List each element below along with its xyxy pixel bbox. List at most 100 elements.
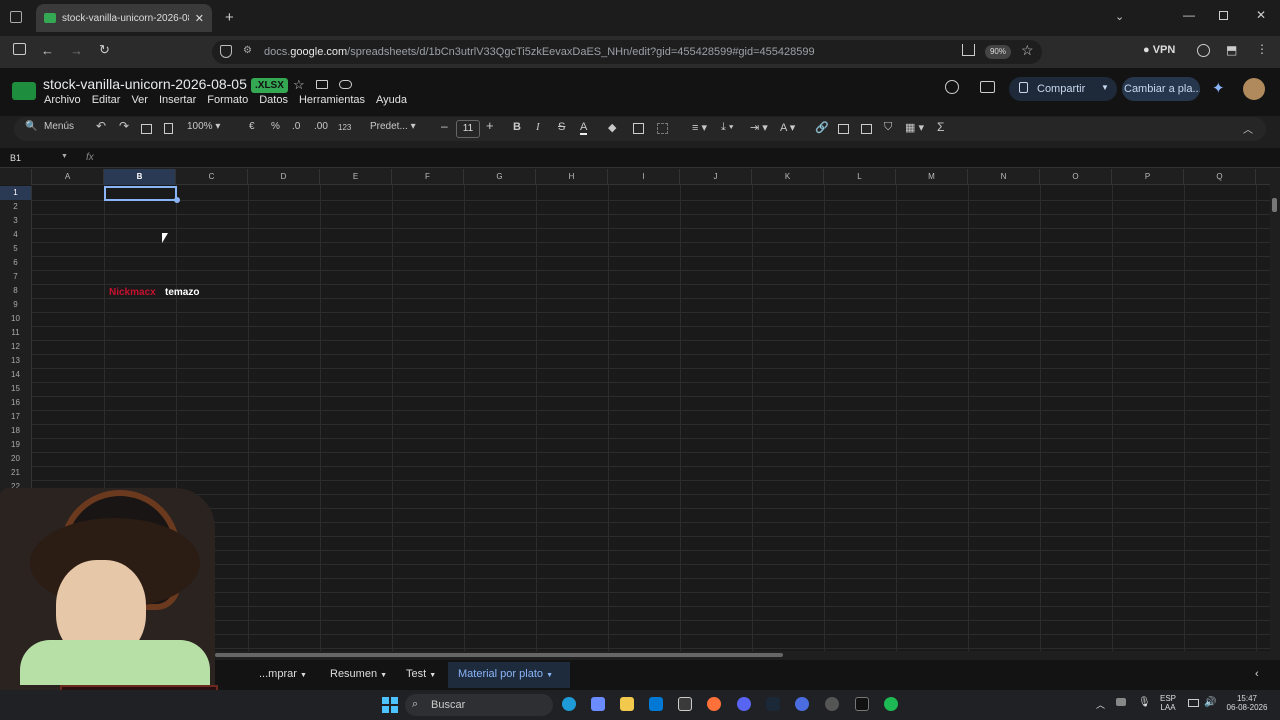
paint-format-icon[interactable] [164, 123, 173, 134]
merge-cells-icon[interactable] [657, 123, 668, 134]
column-header-l[interactable]: L [824, 169, 896, 185]
tray-overflow-icon[interactable]: ︿ [1096, 698, 1105, 711]
edge-icon[interactable] [562, 697, 576, 711]
bold-button[interactable]: B [513, 121, 521, 133]
column-header-p[interactable]: P [1112, 169, 1184, 185]
version-history-icon[interactable] [945, 80, 959, 94]
number-format-button[interactable]: 123 [338, 123, 351, 132]
vertical-align-icon[interactable]: ⤓ ▾ [721, 121, 734, 134]
name-box-dropdown-icon[interactable]: ▼ [61, 153, 68, 160]
reload-icon[interactable]: ↻ [99, 42, 110, 58]
row-header-8[interactable]: 8 [0, 284, 32, 298]
address-bar[interactable]: docs. google.com/spreadsheets/d/1bCn3utrl… [212, 40, 1042, 64]
menu-herramientas[interactable]: Herramientas [299, 94, 365, 106]
row-header-7[interactable]: 7 [0, 270, 32, 284]
row-header-10[interactable]: 10 [0, 312, 32, 326]
steam-icon[interactable] [766, 697, 780, 711]
microphone-icon[interactable]: 🎙 [1138, 697, 1151, 708]
tab-search-chevron-icon[interactable]: ⌄ [1115, 10, 1124, 23]
menu-insertar[interactable]: Insertar [159, 94, 196, 106]
vertical-scrollbar[interactable] [1272, 198, 1277, 212]
row-header-21[interactable]: 21 [0, 466, 32, 480]
column-header-q[interactable]: Q [1184, 169, 1256, 185]
sheet-tab-test[interactable]: Test ▼ [406, 668, 436, 680]
row-header-15[interactable]: 15 [0, 382, 32, 396]
row-header-11[interactable]: 11 [0, 326, 32, 340]
increase-decimals-button[interactable]: .00 [314, 121, 328, 132]
app-icon[interactable] [795, 697, 809, 711]
menu-datos[interactable]: Datos [259, 94, 288, 106]
change-plan-button[interactable]: Cambiar a pla... [1122, 77, 1200, 101]
insert-comment-icon[interactable] [838, 124, 849, 134]
file-explorer-icon[interactable] [620, 697, 634, 711]
borders-icon[interactable] [633, 123, 644, 134]
column-header-c[interactable]: C [176, 169, 248, 185]
column-header-e[interactable]: E [320, 169, 392, 185]
select-all-corner[interactable] [0, 169, 32, 185]
volume-icon[interactable]: 🔊 [1204, 697, 1216, 708]
column-header-f[interactable]: F [392, 169, 464, 185]
insert-link-icon[interactable]: 🔗 [815, 121, 829, 134]
column-header-a[interactable]: A [32, 169, 104, 185]
row-header-18[interactable]: 18 [0, 424, 32, 438]
sheet-menu-icon[interactable]: ▼ [380, 672, 387, 679]
collapse-toolbar-icon[interactable]: ︿ [1243, 121, 1253, 136]
font-size-input[interactable]: 11 [456, 120, 480, 138]
chrome-icon[interactable] [825, 697, 839, 711]
filter-views-icon[interactable]: ▦ ▾ [905, 121, 924, 134]
functions-button[interactable]: Σ [937, 120, 944, 134]
currency-button[interactable]: € [249, 121, 255, 132]
row-header-3[interactable]: 3 [0, 214, 32, 228]
sheet-tab-resumen[interactable]: Resumen ▼ [330, 668, 387, 680]
language-indicator[interactable]: ESP LAA [1160, 694, 1176, 712]
sheet-menu-icon[interactable]: ▼ [300, 672, 307, 679]
gemini-sparkle-icon[interactable]: ✦ [1212, 79, 1225, 97]
name-box[interactable]: B1 [10, 153, 21, 163]
zoom-select[interactable]: 100% ▾ [187, 121, 220, 132]
close-tab-icon[interactable]: ✕ [195, 12, 204, 25]
row-header-20[interactable]: 20 [0, 452, 32, 466]
column-header-g[interactable]: G [464, 169, 536, 185]
decrease-font-size-icon[interactable]: – [441, 119, 448, 133]
network-icon[interactable] [1188, 699, 1199, 707]
outlook-icon[interactable] [649, 697, 663, 711]
horizontal-align-icon[interactable]: ≡ ▾ [692, 121, 707, 134]
row-header-2[interactable]: 2 [0, 200, 32, 214]
search-menus-icon[interactable]: 🔍 [25, 121, 37, 132]
discord-icon[interactable] [737, 697, 751, 711]
vpn-badge[interactable]: ● VPN [1143, 44, 1175, 56]
fill-color-icon[interactable]: ◆ [608, 121, 616, 134]
row-header-19[interactable]: 19 [0, 438, 32, 452]
redo-icon[interactable]: ↷ [119, 119, 129, 133]
column-header-h[interactable]: H [536, 169, 608, 185]
menu-editar[interactable]: Editar [92, 94, 121, 106]
download-icon[interactable] [962, 44, 975, 56]
print-icon[interactable] [141, 124, 152, 134]
column-header-d[interactable]: D [248, 169, 320, 185]
extensions-icon[interactable]: ⬒ [1226, 43, 1237, 57]
sheets-scroll-left-icon[interactable]: ‹ [1255, 668, 1259, 680]
row-header-9[interactable]: 9 [0, 298, 32, 312]
comments-icon[interactable] [980, 81, 995, 93]
row-header-17[interactable]: 17 [0, 410, 32, 424]
row-header-12[interactable]: 12 [0, 340, 32, 354]
row-header-5[interactable]: 5 [0, 242, 32, 256]
back-icon[interactable]: ← [41, 43, 54, 58]
site-settings-icon[interactable]: ⚙ [243, 45, 252, 56]
clock[interactable]: 15:47 06-08-2026 [1222, 694, 1272, 712]
horizontal-scrollbar[interactable] [215, 653, 783, 657]
column-header-m[interactable]: M [896, 169, 968, 185]
column-header-i[interactable]: I [608, 169, 680, 185]
sheet-menu-icon[interactable]: ▼ [429, 672, 436, 679]
shield-icon[interactable] [220, 45, 232, 58]
italic-button[interactable]: I [536, 121, 540, 133]
formula-input[interactable] [100, 150, 1270, 166]
taskbar-search[interactable]: Buscar [405, 694, 553, 716]
copilot-icon[interactable] [591, 697, 605, 711]
font-select[interactable]: Predet... ▾ [370, 121, 416, 132]
row-header-13[interactable]: 13 [0, 354, 32, 368]
minimize-icon[interactable]: — [1183, 8, 1195, 22]
search-menus-label[interactable]: Menús [44, 121, 74, 132]
new-tab-icon[interactable]: + [225, 9, 234, 26]
sidebar-toggle-icon[interactable] [13, 43, 26, 55]
